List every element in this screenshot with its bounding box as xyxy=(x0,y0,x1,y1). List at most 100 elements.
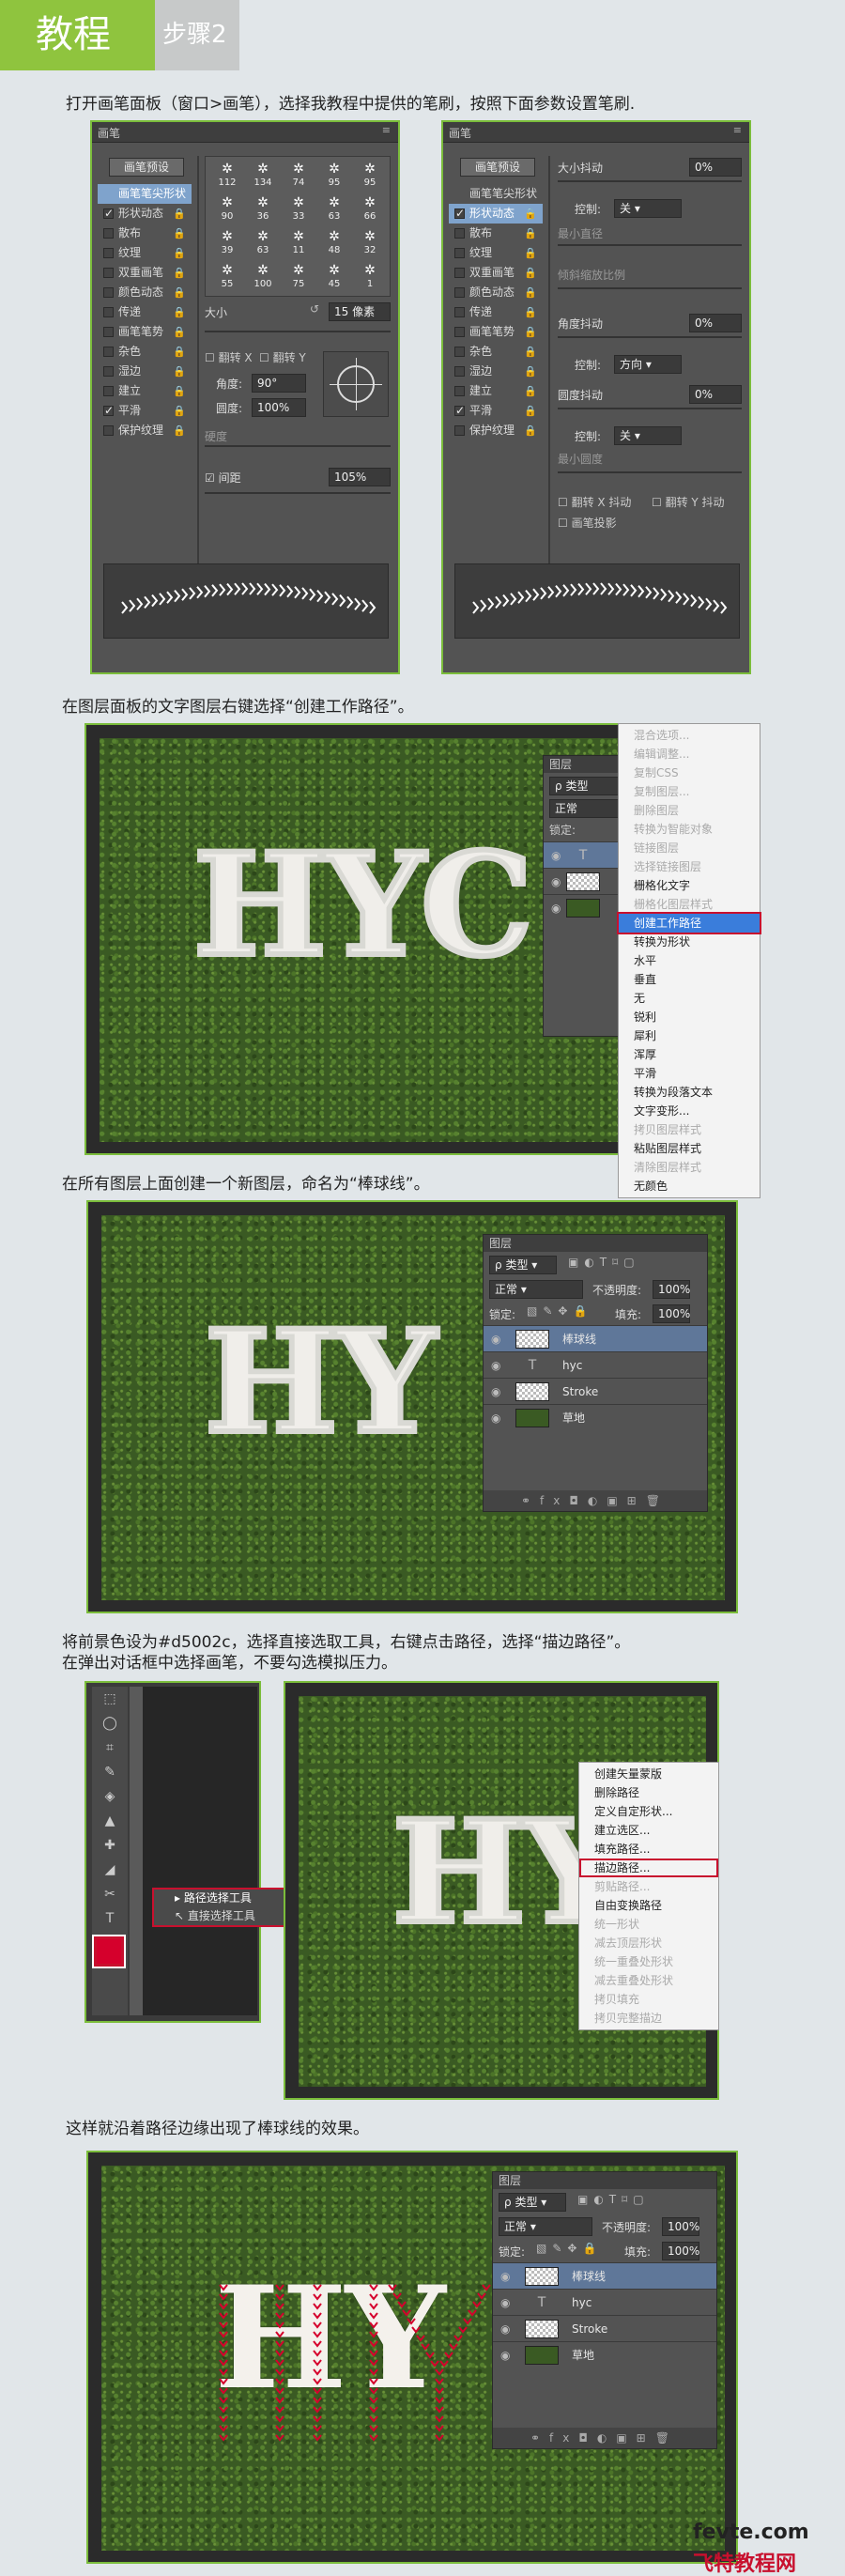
size-jitter-field[interactable]: 0% xyxy=(689,158,742,177)
spacing-checkbox[interactable]: ☑ 间距 xyxy=(205,470,241,486)
brush-preset-button[interactable]: 画笔预设 xyxy=(460,158,535,177)
brush-tip[interactable]: ✲ 95 xyxy=(316,161,352,193)
lock-icon[interactable]: 🔒 xyxy=(173,302,186,322)
brush-tip[interactable]: ✲ 39 xyxy=(209,228,245,260)
angle-jitter-slider[interactable] xyxy=(558,336,742,338)
brush-tip[interactable]: ✲ 32 xyxy=(352,228,388,260)
lock-icon[interactable]: 🔒 xyxy=(173,263,186,283)
checkbox[interactable] xyxy=(103,287,114,298)
brush-tip[interactable]: ✲ 48 xyxy=(316,228,352,260)
control-select-3[interactable]: 关 ▾ xyxy=(614,426,682,445)
lock-icon[interactable]: 🔒 xyxy=(524,342,537,362)
menu-item[interactable]: 垂直 xyxy=(619,970,760,989)
brush-tip[interactable]: ✲ 11 xyxy=(281,228,316,260)
flip-y-jitter-checkbox[interactable]: ☐ 翻转 Y 抖动 xyxy=(652,494,725,510)
menu-item[interactable]: 无 xyxy=(619,989,760,1008)
lock-icon[interactable]: 🔒 xyxy=(173,204,186,224)
brush-tip[interactable]: ✲ 75 xyxy=(281,262,316,294)
menu-item[interactable]: 浑厚 xyxy=(619,1045,760,1064)
layer-row[interactable]: ◉ Stroke xyxy=(484,1378,707,1404)
brush-tip[interactable]: ✲ 134 xyxy=(245,161,281,193)
checkbox[interactable] xyxy=(103,268,114,278)
layers-tab[interactable]: 图层 xyxy=(493,2172,716,2189)
checkbox[interactable] xyxy=(454,401,465,421)
lock-icon[interactable]: 🔒 xyxy=(524,243,537,263)
filter-icons[interactable]: ▣◐T⌑▢ xyxy=(568,1256,640,1269)
brush-setting-item[interactable]: 画笔笔尖形状 xyxy=(98,184,192,204)
eye-icon[interactable]: ◉ xyxy=(491,1352,500,1379)
brush-tip[interactable]: ✲ 36 xyxy=(245,194,281,226)
roundness-jitter-slider[interactable] xyxy=(558,408,742,409)
menu-item[interactable]: 平滑 xyxy=(619,1064,760,1083)
eye-icon[interactable]: ◉ xyxy=(500,2342,510,2368)
eye-icon[interactable]: ◉ xyxy=(491,1326,500,1352)
brush-setting-item[interactable]: 🔒 平滑 xyxy=(449,401,543,421)
brush-tip[interactable]: ✲ 63 xyxy=(316,194,352,226)
spacing-slider[interactable] xyxy=(205,492,391,494)
blend-mode[interactable]: 正常 xyxy=(549,799,621,818)
menu-item[interactable]: 转换为段落文本 xyxy=(619,1083,760,1102)
menu-item[interactable]: 栅格化文字 xyxy=(619,876,760,895)
checkbox[interactable] xyxy=(103,366,114,377)
roundness-jitter-field[interactable]: 0% xyxy=(689,385,742,404)
lock-icon[interactable]: 🔒 xyxy=(173,224,186,243)
menu-item[interactable]: 犀利 xyxy=(619,1026,760,1045)
angle-preview[interactable] xyxy=(323,351,389,417)
brush-setting-item[interactable]: 🔒 散布 xyxy=(98,224,192,243)
brush-setting-item[interactable]: 🔒 纹理 xyxy=(449,243,543,263)
opacity-field[interactable]: 100% xyxy=(662,2217,699,2236)
menu-item[interactable]: 锐利 xyxy=(619,1008,760,1026)
panel-menu-icon[interactable]: ≡ xyxy=(382,124,391,136)
layers-tab[interactable]: 图层 xyxy=(484,1235,707,1252)
brush-setting-item[interactable]: 🔒 双重画笔 xyxy=(449,263,543,283)
eye-icon[interactable]: ◉ xyxy=(500,2290,510,2316)
brush-setting-item[interactable]: 🔒 建立 xyxy=(449,381,543,401)
tilt-scale-slider[interactable] xyxy=(558,287,742,289)
brush-setting-item[interactable]: 🔒 传递 xyxy=(98,302,192,322)
checkbox[interactable] xyxy=(103,347,114,357)
spacing-field[interactable]: 105% xyxy=(329,468,391,486)
brush-tip[interactable]: ✲ 33 xyxy=(281,194,316,226)
layer-row[interactable]: ◉ 草地 xyxy=(484,1404,707,1430)
brush-setting-item[interactable]: 🔒 颜色动态 xyxy=(449,283,543,302)
path-selection-tool[interactable]: ▸ 路径选择工具A xyxy=(154,1890,299,1907)
filter-icons[interactable]: ▣◐T⌑▢ xyxy=(577,2193,650,2206)
layer-row[interactable]: ◉ 棒球线 xyxy=(484,1325,707,1351)
brush-projection-checkbox[interactable]: ☐ 画笔投影 xyxy=(558,515,617,531)
eye-icon[interactable]: ◉ xyxy=(500,2263,510,2290)
checkbox[interactable] xyxy=(103,228,114,239)
lock-icon[interactable]: 🔒 xyxy=(173,342,186,362)
eye-icon[interactable]: ◉ xyxy=(491,1379,500,1405)
brush-setting-item[interactable]: 🔒 画笔笔势 xyxy=(449,322,543,342)
checkbox[interactable] xyxy=(103,248,114,258)
angle-field[interactable]: 90° xyxy=(252,374,306,393)
menu-item[interactable]: 定义自定形状... xyxy=(579,1802,718,1821)
min-roundness-slider[interactable] xyxy=(558,471,742,473)
brush-setting-item[interactable]: 🔒 保护纹理 xyxy=(449,421,543,440)
lock-icon[interactable]: 🔒 xyxy=(173,283,186,302)
brush-tip[interactable]: ✲ 74 xyxy=(281,161,316,193)
menu-item[interactable]: 创建工作路径 xyxy=(617,912,761,934)
blend-mode[interactable]: 正常 ▾ xyxy=(489,1280,583,1299)
brush-tip[interactable]: ✲ 1 xyxy=(352,262,388,294)
control-select[interactable]: 关 ▾ xyxy=(614,199,682,218)
lock-icon[interactable]: 🔒 xyxy=(524,401,537,421)
checkbox[interactable] xyxy=(454,307,465,317)
menu-item[interactable]: 文字变形... xyxy=(619,1102,760,1120)
blend-mode[interactable]: 正常 ▾ xyxy=(499,2217,592,2236)
layer-row[interactable]: ◉ Thyc xyxy=(493,2289,716,2315)
control-select-2[interactable]: 方向 ▾ xyxy=(614,355,682,374)
brush-tip[interactable]: ✲ 112 xyxy=(209,161,245,193)
lock-icon[interactable]: 🔒 xyxy=(524,362,537,381)
layer-row[interactable]: ◉ 草地 xyxy=(493,2341,716,2368)
menu-item[interactable]: 转换为形状 xyxy=(619,933,760,951)
lock-icons[interactable]: ▧✎✥🔒 xyxy=(527,1304,592,1318)
eye-icon[interactable]: ◉ xyxy=(500,2316,510,2342)
checkbox[interactable] xyxy=(454,287,465,298)
brush-setting-item[interactable]: 🔒 颜色动态 xyxy=(98,283,192,302)
brush-tip-grid[interactable]: ✲ 112 ✲ 134 ✲ 74 ✲ 95 ✲ 95 ✲ 90 ✲ 36 ✲ 33 ✲ 63 ✲ 66 ✲ 39 ✲ 63 ✲ 1… xyxy=(205,156,391,297)
flip-x-jitter-checkbox[interactable]: ☐ 翻转 X 抖动 xyxy=(558,494,631,510)
brush-setting-item[interactable]: 🔒 形状动态 xyxy=(449,204,543,224)
fill-field[interactable]: 100% xyxy=(653,1304,690,1323)
angle-jitter-field[interactable]: 0% xyxy=(689,314,742,332)
